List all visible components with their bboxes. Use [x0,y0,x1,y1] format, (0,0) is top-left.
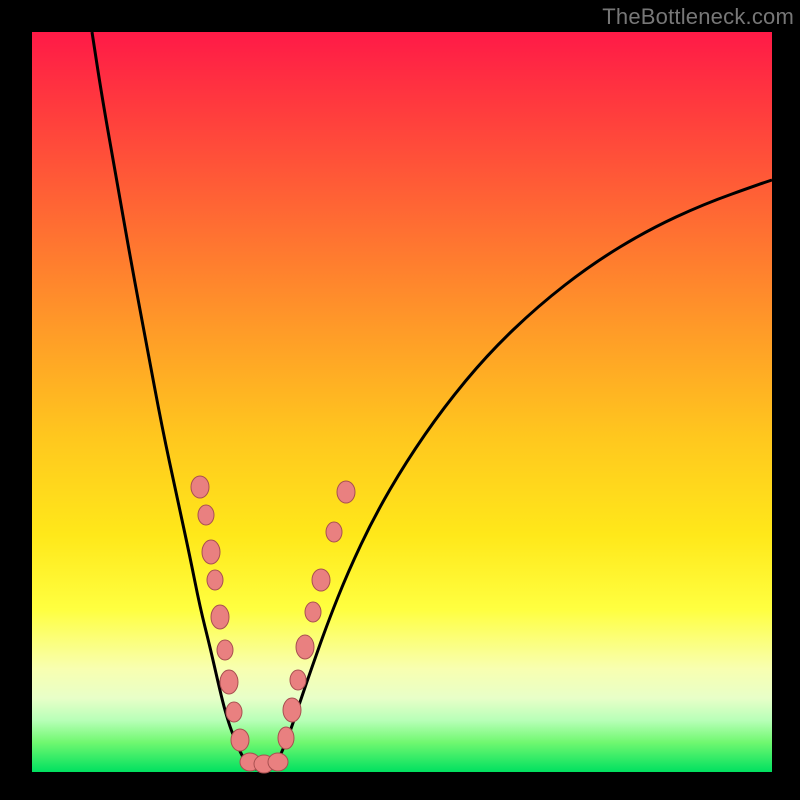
bead-right-1 [283,698,301,722]
bead-right-2 [290,670,306,690]
chart-svg [32,32,772,772]
bead-right-0 [278,727,294,749]
bead-right-4 [305,602,321,622]
bead-left-5 [217,640,233,660]
bead-right-3 [296,635,314,659]
bead-right-6 [326,522,342,542]
beads-group [191,476,355,773]
bead-right-5 [312,569,330,591]
bead-left-6 [220,670,238,694]
watermark-text: TheBottleneck.com [602,4,794,30]
chart-plot-area [32,32,772,772]
bead-left-2 [202,540,220,564]
bead-left-1 [198,505,214,525]
bead-left-8 [231,729,249,751]
bead-floor-2 [268,753,288,771]
bead-left-4 [211,605,229,629]
right-curve-path [274,180,772,767]
bead-left-0 [191,476,209,498]
bead-left-3 [207,570,223,590]
bead-right-7 [337,481,355,503]
bead-left-7 [226,702,242,722]
